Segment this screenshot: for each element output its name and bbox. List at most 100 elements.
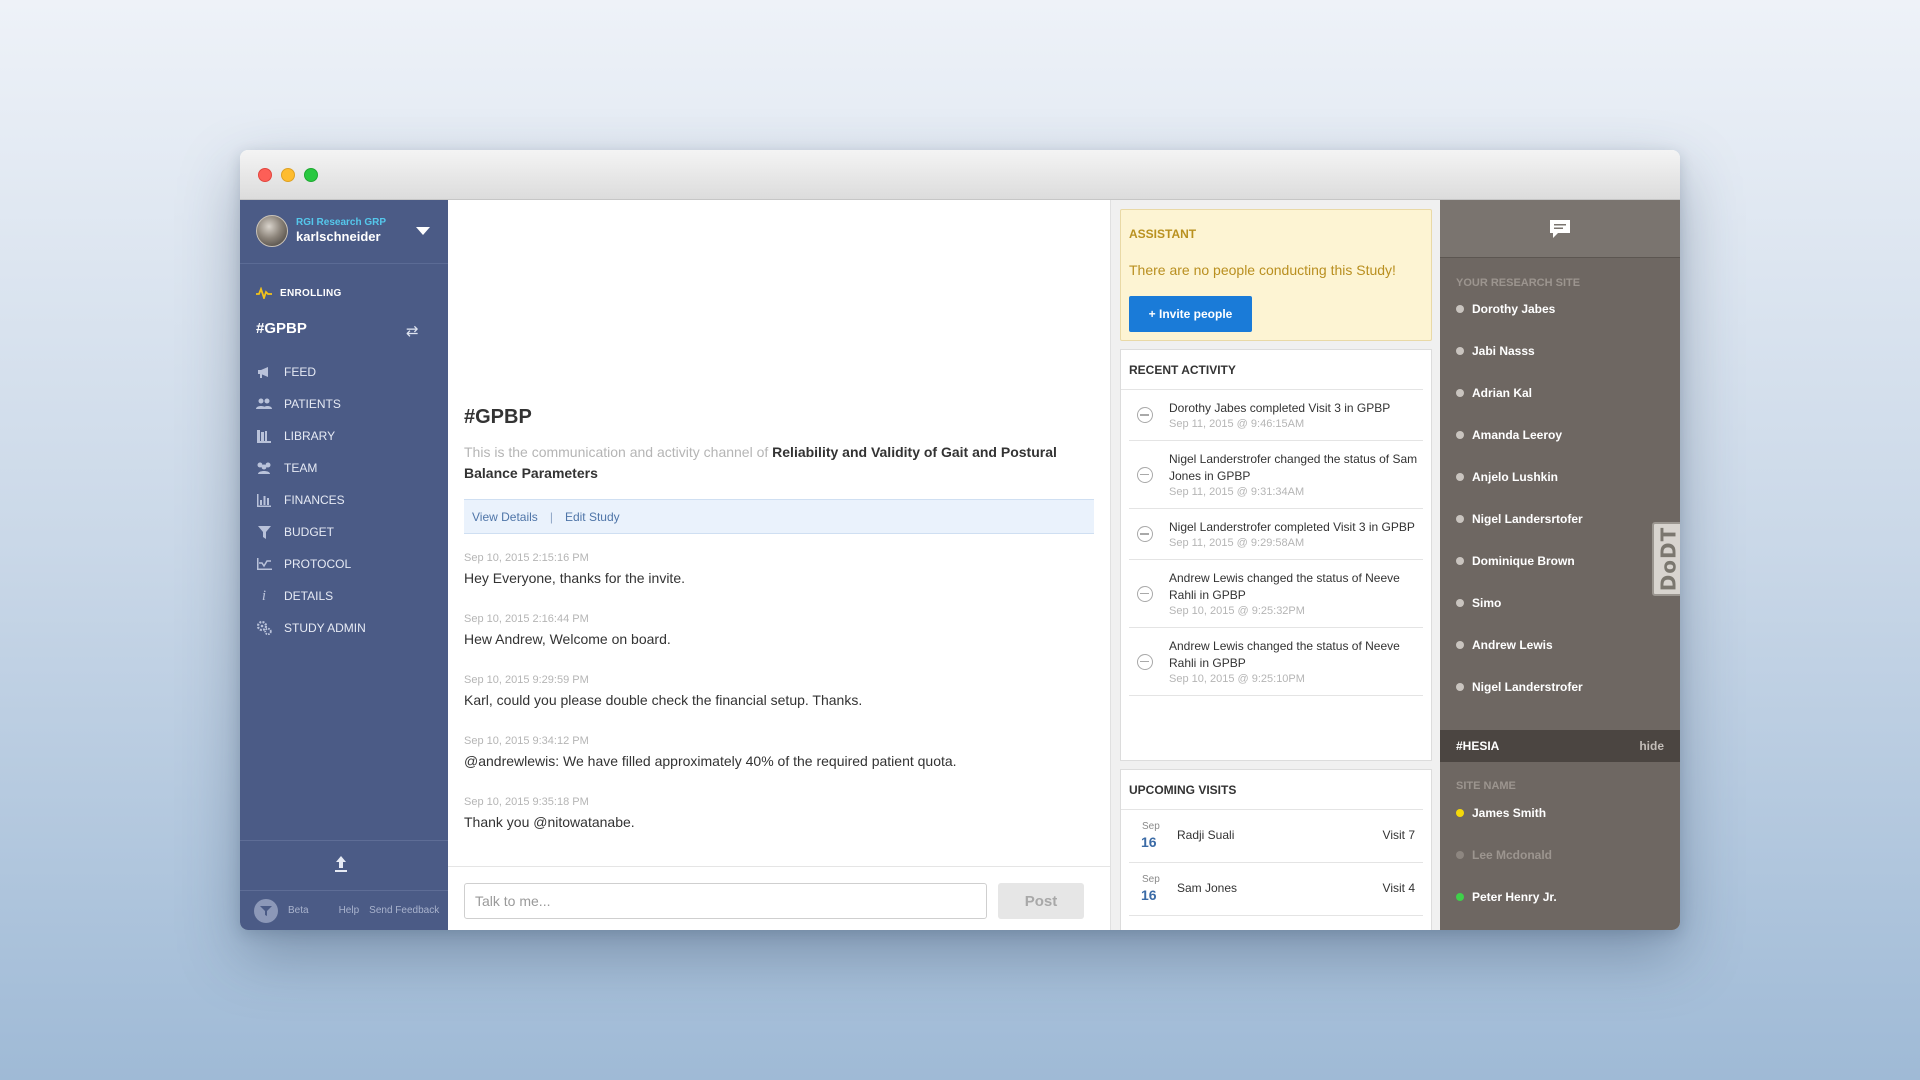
nav-label: FINANCES	[284, 493, 345, 507]
nav-label: PROTOCOL	[284, 557, 352, 571]
minimize-window-button[interactable]	[281, 168, 295, 182]
activity-time: Sep 11, 2015 @ 9:46:15AM	[1169, 418, 1305, 430]
description-prefix: This is the communication and activity c…	[464, 444, 773, 460]
nav-feed[interactable]: FEED	[240, 356, 448, 388]
divider	[240, 840, 448, 841]
nav-label: STUDY ADMIN	[284, 621, 366, 635]
send-feedback-link[interactable]: Send Feedback	[369, 905, 439, 916]
maximize-window-button[interactable]	[304, 168, 318, 182]
person-item[interactable]: Jabi Nasss	[1456, 341, 1535, 361]
activity-item[interactable]: Nigel Landerstrofer completed Visit 3 in…	[1129, 509, 1423, 560]
activity-text: Nigel Landerstrofer changed the status o…	[1169, 452, 1418, 483]
nav-library[interactable]: LIBRARY	[240, 420, 448, 452]
person-name: Adrian Kal	[1472, 386, 1533, 400]
account-switcher[interactable]: RGI Research GRP karlschneider	[240, 200, 448, 264]
activity-status-icon	[1137, 585, 1153, 602]
person-item[interactable]: Simo	[1456, 593, 1501, 613]
message-text: Karl, could you please double check the …	[464, 692, 863, 708]
nav-details[interactable]: i DETAILS	[240, 580, 448, 612]
activity-time: Sep 11, 2015 @ 9:31:34AM	[1169, 486, 1305, 498]
post-button[interactable]: Post	[998, 883, 1084, 919]
message-time: Sep 10, 2015 9:34:12 PM	[464, 735, 589, 747]
message-list: Sep 10, 2015 2:15:16 PM Hey Everyone, th…	[464, 552, 1094, 857]
upcoming-visits-panel: UPCOMING VISITS Sep 16 Radji Suali Visit…	[1120, 769, 1432, 930]
message-time: Sep 10, 2015 2:16:44 PM	[464, 613, 589, 625]
nav-protocol[interactable]: PROTOCOL	[240, 548, 448, 580]
sidebar-nav: FEED PATIENTS LIBRARY TEAM FINANCES BUDG…	[240, 356, 448, 644]
help-link[interactable]: Help	[339, 905, 360, 916]
protocol-icon	[256, 556, 272, 572]
presence-dot	[1456, 515, 1464, 523]
person-item[interactable]: Andrew Lewis	[1456, 635, 1553, 655]
upload-icon[interactable]	[332, 855, 350, 878]
nav-label: FEED	[284, 365, 317, 379]
right-panel: ASSISTANT There are no people conducting…	[1110, 200, 1440, 930]
visit-day: 16	[1141, 834, 1157, 850]
view-details-link[interactable]: View Details	[472, 510, 538, 524]
person-item[interactable]: Dorothy Jabes	[1456, 299, 1555, 319]
visit-patient: Radji Suali	[1177, 828, 1235, 842]
dodt-badge[interactable]: DoDT	[1652, 522, 1680, 596]
app-window: RGI Research GRP karlschneider ENROLLING…	[240, 150, 1680, 930]
study-links-bar: View Details | Edit Study	[464, 499, 1094, 534]
username: karlschneider	[296, 229, 381, 244]
person-item[interactable]: Adrian Kal	[1456, 383, 1532, 403]
activity-item[interactable]: Nigel Landerstrofer changed the status o…	[1129, 441, 1423, 509]
person-item[interactable]: Nigel Landerstrofer	[1456, 677, 1583, 697]
title-bar	[240, 150, 1680, 200]
person-item[interactable]: Lee Mcdonald	[1456, 845, 1552, 865]
close-window-button[interactable]	[258, 168, 272, 182]
visit-day: 16	[1141, 887, 1157, 903]
sidebar-footer: Beta Help Send Feedback	[240, 890, 448, 930]
visit-month: Sep	[1142, 874, 1160, 885]
assistant-message: There are no people conducting this Stud…	[1129, 262, 1396, 278]
message-time: Sep 10, 2015 9:29:59 PM	[464, 674, 589, 686]
person-item[interactable]: Anjelo Lushkin	[1456, 467, 1558, 487]
visit-row[interactable]: Sep 16 Radji Suali Visit 7	[1129, 810, 1423, 863]
activity-item[interactable]: Andrew Lewis changed the status of Neeve…	[1129, 628, 1423, 696]
person-item[interactable]: Peter Henry Jr.	[1456, 887, 1557, 907]
invite-people-button[interactable]: + Invite people	[1129, 296, 1252, 332]
nav-patients[interactable]: PATIENTS	[240, 388, 448, 420]
person-item[interactable]: Nigel Landersrtofer	[1456, 509, 1583, 529]
page-title: #GPBP	[464, 406, 532, 428]
message-input[interactable]	[464, 883, 987, 919]
nav-study-admin[interactable]: STUDY ADMIN	[240, 612, 448, 644]
visit-row[interactable]: Sep 16 Sam Jones Visit 4	[1129, 863, 1423, 916]
assistant-header: ASSISTANT	[1129, 227, 1197, 241]
beta-label: Beta	[288, 905, 309, 916]
message-text: Hey Everyone, thanks for the invite.	[464, 570, 685, 586]
presence-dot	[1456, 851, 1464, 859]
activity-time: Sep 10, 2015 @ 9:25:32PM	[1169, 605, 1305, 617]
person-item[interactable]: Amanda Leeroy	[1456, 425, 1562, 445]
person-item[interactable]: James Smith	[1456, 803, 1546, 823]
link-separator: |	[549, 509, 553, 524]
status-label: ENROLLING	[280, 287, 342, 299]
nav-finances[interactable]: FINANCES	[240, 484, 448, 516]
activity-text: Nigel Landerstrofer completed Visit 3 in…	[1169, 520, 1415, 534]
activity-status-icon	[1137, 526, 1153, 542]
avatar	[256, 215, 288, 247]
person-name: James Smith	[1472, 806, 1547, 820]
presence-dot	[1456, 809, 1464, 817]
person-item[interactable]: Dominique Brown	[1456, 551, 1575, 571]
presence-dot	[1456, 389, 1464, 397]
message: Sep 10, 2015 9:29:59 PM Karl, could you …	[464, 674, 1094, 735]
chat-icon[interactable]	[1548, 218, 1572, 245]
switch-channel-icon[interactable]: ⇄	[406, 322, 419, 340]
presence-dot	[1456, 599, 1464, 607]
edit-study-link[interactable]: Edit Study	[565, 510, 620, 524]
activity-time: Sep 11, 2015 @ 9:29:58AM	[1169, 537, 1305, 549]
nav-label: BUDGET	[284, 525, 335, 539]
nav-budget[interactable]: BUDGET	[240, 516, 448, 548]
people-sidebar: YOUR RESEARCH SITE Dorothy Jabes Jabi Na…	[1440, 200, 1680, 930]
chevron-down-icon[interactable]	[416, 227, 430, 235]
activity-item[interactable]: Dorothy Jabes completed Visit 3 in GPBP …	[1129, 390, 1423, 441]
study-status: ENROLLING	[256, 287, 342, 299]
nav-team[interactable]: TEAM	[240, 452, 448, 484]
person-name: Amanda Leeroy	[1472, 428, 1563, 442]
section-header: YOUR RESEARCH SITE	[1456, 277, 1581, 289]
hide-button[interactable]: hide	[1639, 739, 1664, 753]
message-time: Sep 10, 2015 2:15:16 PM	[464, 552, 589, 564]
activity-item[interactable]: Andrew Lewis changed the status of Neeve…	[1129, 560, 1423, 628]
